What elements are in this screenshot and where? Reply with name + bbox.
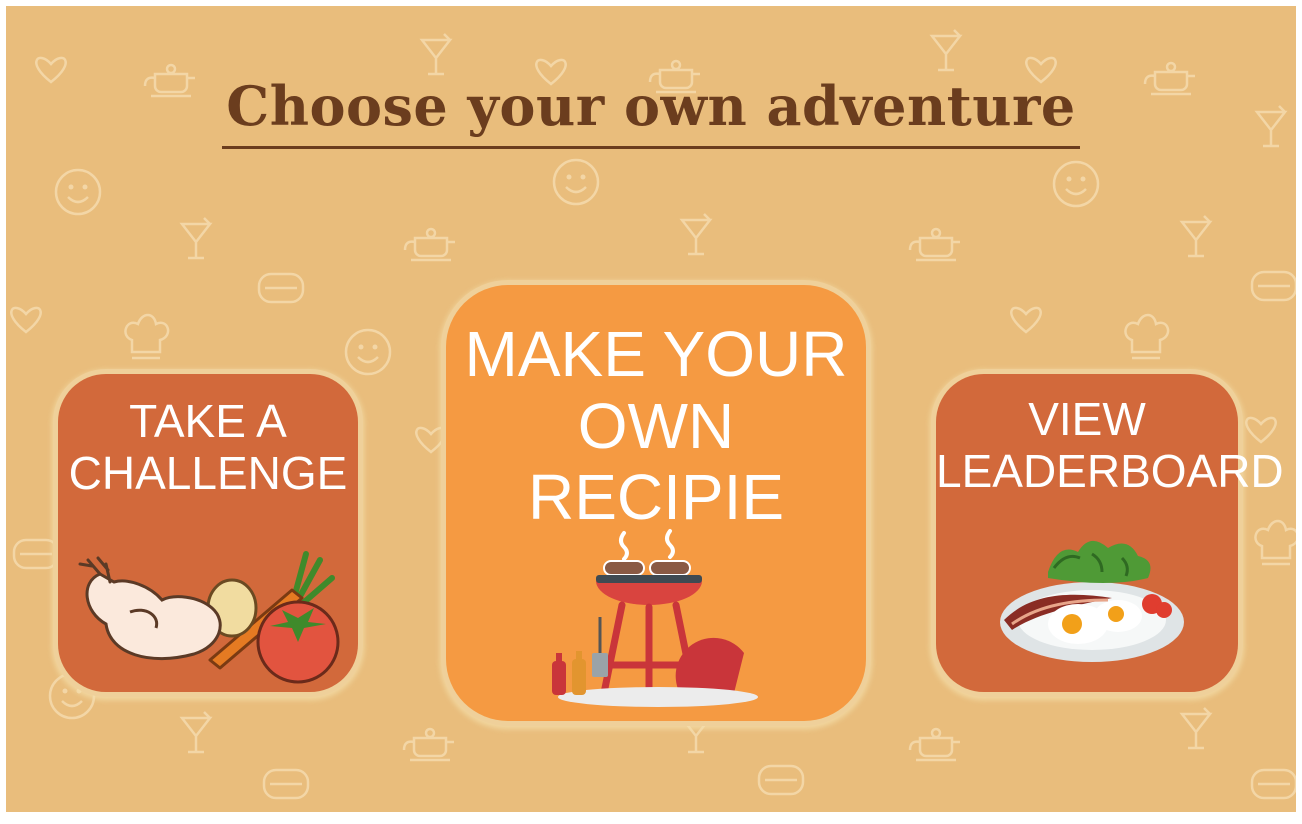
view-leaderboard-button[interactable]: View leaderboard (936, 374, 1284, 692)
chicken-vegetables-icon (78, 551, 340, 684)
bbq-grill-icon (552, 529, 758, 707)
app-screen: Choose your own adventure Take a challen… (6, 6, 1296, 812)
make-recipe-button[interactable]: Make your own recipie (446, 285, 866, 721)
make-recipe-label: Make your own recipie (464, 318, 848, 534)
take-challenge-button[interactable]: Take a challenge (58, 374, 358, 692)
page-title: Choose your own adventure (6, 74, 1296, 149)
take-challenge-label: Take a challenge (68, 395, 348, 499)
view-leaderboard-label: View leaderboard (936, 393, 1284, 497)
breakfast-plate-icon (1000, 540, 1184, 662)
